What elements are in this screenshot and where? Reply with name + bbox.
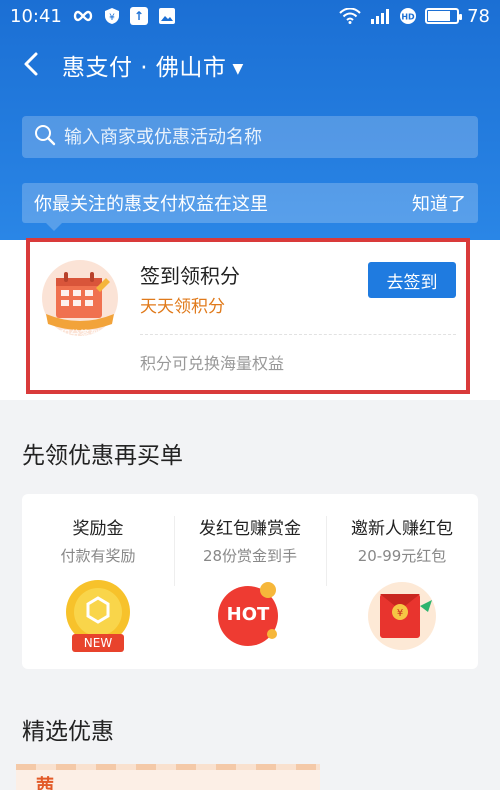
- infinity-icon: [72, 9, 94, 23]
- battery-icon: [425, 8, 463, 24]
- svg-text:¥: ¥: [397, 608, 403, 619]
- upload-icon: ↑: [129, 7, 148, 25]
- checkin-card[interactable]: 积分签到 签到领积分 天天领积分 去签到 积分可兑换海量权益: [26, 238, 470, 394]
- status-bar: 10:41 ¥ ↑ HD 78: [0, 0, 500, 32]
- promo-title: 发红包赚赏金: [199, 519, 301, 539]
- section-title-featured: 精选优惠: [22, 719, 114, 745]
- reward-coin-icon: NEW: [58, 576, 138, 656]
- card-description: 积分可兑换海量权益: [140, 354, 285, 373]
- promo-item-invite[interactable]: 邀新人赚红包 20-99元红包 ¥: [326, 494, 478, 669]
- promo-item-redpacket[interactable]: 发红包赚赏金 28份赏金到手 HOT: [174, 494, 326, 669]
- notice-pointer: [46, 223, 62, 231]
- promo-subtitle: 20-99元红包: [357, 547, 447, 565]
- page-title: 惠支付 · 佛山市: [62, 55, 227, 81]
- shield-yen-icon: ¥: [104, 7, 120, 25]
- promo-subtitle: 付款有奖励: [60, 547, 136, 565]
- svg-text:HD: HD: [401, 13, 415, 22]
- card-subtitle: 天天领积分: [140, 297, 225, 317]
- hot-redpacket-icon: HOT: [210, 576, 290, 656]
- back-arrow-icon[interactable]: [18, 50, 46, 78]
- promo-badge-new: NEW: [83, 636, 113, 650]
- card-title: 签到领积分: [140, 264, 240, 288]
- svg-text:¥: ¥: [109, 13, 115, 23]
- section-title-promos: 先领优惠再买单: [22, 443, 183, 469]
- title-bar: 惠支付 · 佛山市 ▼: [0, 40, 500, 88]
- search-input[interactable]: [64, 126, 464, 148]
- featured-card-peek[interactable]: 茜: [16, 764, 320, 790]
- notice-text: 你最关注的惠支付权益在这里: [34, 194, 268, 215]
- promo-badge-hot: HOT: [226, 604, 270, 625]
- red-envelope-icon: ¥: [362, 576, 442, 656]
- status-time: 10:41: [10, 5, 62, 27]
- city-selector[interactable]: 惠支付 · 佛山市 ▼: [62, 48, 244, 82]
- promo-item-reward[interactable]: 奖励金 付款有奖励 NEW: [22, 494, 174, 669]
- signal-4g-icon: [369, 8, 391, 24]
- caret-down-icon: ▼: [232, 60, 244, 77]
- promo-panel: 奖励金 付款有奖励 NEW 发红包赚赏金 28份赏金到手 HOT 邀新人赚红包 …: [22, 494, 478, 669]
- wifi-icon: [339, 8, 361, 24]
- checkin-button[interactable]: 去签到: [368, 262, 456, 298]
- promo-title: 邀新人赚红包: [351, 519, 453, 539]
- hd-icon: HD: [399, 7, 417, 25]
- search-bar[interactable]: [22, 116, 478, 158]
- battery-percent: 78: [467, 5, 490, 27]
- card-divider: [140, 334, 456, 335]
- promo-title: 奖励金: [72, 519, 124, 539]
- search-icon: [34, 124, 56, 150]
- promo-subtitle: 28份赏金到手: [202, 547, 298, 565]
- checkin-badge: 积分签到: [60, 330, 100, 341]
- notice-banner: 你最关注的惠支付权益在这里 知道了: [22, 183, 478, 223]
- image-icon: [158, 7, 176, 25]
- featured-peek-text: 茜: [36, 776, 54, 790]
- dismiss-button[interactable]: 知道了: [412, 190, 466, 216]
